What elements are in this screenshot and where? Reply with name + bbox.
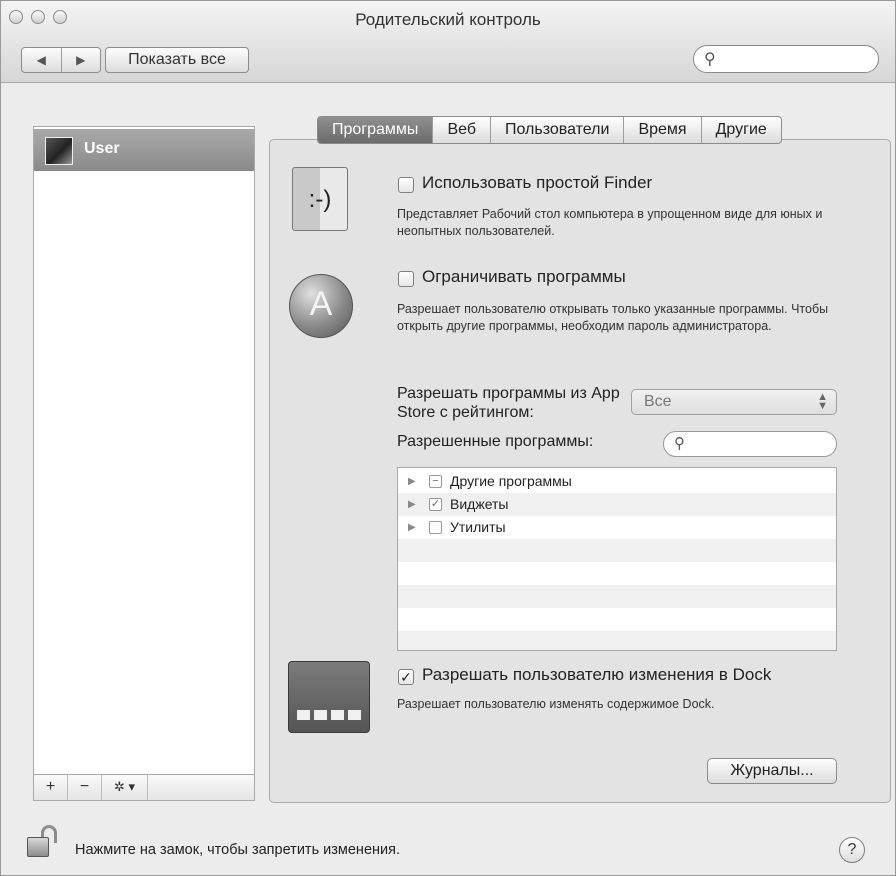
search-field[interactable]: ⚲ xyxy=(693,45,879,73)
disclosure-triangle-icon[interactable]: ▶ xyxy=(408,476,416,487)
dock-changes-description: Разрешает пользователю изменять содержим… xyxy=(397,697,715,711)
user-list: User + − ✲ ▾ xyxy=(33,126,255,801)
show-all-button[interactable]: Показать все xyxy=(105,47,249,73)
title-bar: Родительский контроль ◀ ▶ Показать все ⚲ xyxy=(1,1,895,83)
allowed-apps-search-input[interactable]: ⚲ xyxy=(663,431,837,457)
list-item[interactable]: ▶ ✓ Виджеты xyxy=(398,493,836,516)
tab-programs[interactable]: Программы xyxy=(318,117,433,143)
back-forward-control: ◀ ▶ xyxy=(21,47,101,73)
rating-select[interactable]: Все ▲ ▼ xyxy=(631,389,837,415)
disclosure-triangle-icon[interactable]: ▶ xyxy=(408,499,416,510)
logs-button[interactable]: Журналы... xyxy=(707,758,837,784)
help-button[interactable]: ? xyxy=(839,837,865,863)
dock-icon xyxy=(288,661,370,733)
user-list-toolbar: + − ✲ ▾ xyxy=(34,774,254,800)
lock-icon[interactable] xyxy=(23,821,63,861)
preferences-window: Родительский контроль ◀ ▶ Показать все ⚲… xyxy=(0,0,896,876)
search-icon: ⚲ xyxy=(704,51,716,68)
list-item-checkbox[interactable] xyxy=(429,521,442,534)
limit-apps-label[interactable]: Ограничивать программы xyxy=(422,267,626,287)
tab-web[interactable]: Веб xyxy=(432,117,490,143)
allowed-apps-list: ▶ − Другие программы ▶ ✓ Виджеты ▶ Утили… xyxy=(397,467,837,651)
dock-changes-checkbox[interactable]: ✓ xyxy=(398,669,414,685)
window-title: Родительский контроль xyxy=(355,10,541,29)
simple-finder-checkbox[interactable] xyxy=(398,177,414,193)
limit-apps-checkbox[interactable] xyxy=(398,271,414,287)
list-row-empty xyxy=(398,608,836,631)
search-icon: ⚲ xyxy=(674,435,685,452)
avatar xyxy=(45,137,73,165)
select-arrows-icon: ▲ ▼ xyxy=(817,391,828,412)
list-item-label: Виджеты xyxy=(450,496,509,512)
rating-value: Все xyxy=(644,393,672,410)
list-item-checkbox[interactable]: ✓ xyxy=(429,498,442,511)
app-store-icon: A xyxy=(289,274,353,338)
list-item-label: Утилиты xyxy=(450,519,506,535)
back-button[interactable]: ◀ xyxy=(22,48,61,72)
dock-changes-label[interactable]: Разрешать пользователю изменения в Dock xyxy=(422,665,771,685)
list-row-empty xyxy=(398,562,836,585)
list-item[interactable]: ▶ − Другие программы xyxy=(398,470,836,493)
lock-hint-text: Нажмите на замок, чтобы запретить измене… xyxy=(75,842,400,858)
tab-bar: Программы Веб Пользователи Время Другие xyxy=(317,116,782,144)
remove-user-button[interactable]: − xyxy=(68,775,102,800)
tab-time[interactable]: Время xyxy=(623,117,700,143)
list-item[interactable]: ▶ Утилиты xyxy=(398,516,836,539)
user-list-item[interactable]: User xyxy=(34,129,254,171)
list-item-checkbox[interactable]: − xyxy=(429,475,442,488)
list-item-label: Другие программы xyxy=(450,473,572,489)
user-name: User xyxy=(84,140,120,157)
forward-button[interactable]: ▶ xyxy=(60,48,101,72)
tab-people[interactable]: Пользователи xyxy=(490,117,623,143)
allowed-apps-label: Разрешенные программы: xyxy=(397,433,594,450)
simple-finder-label[interactable]: Использовать простой Finder xyxy=(422,173,652,193)
disclosure-triangle-icon[interactable]: ▶ xyxy=(408,522,416,533)
simple-finder-description: Представляет Рабочий стол компьютера в у… xyxy=(397,207,823,238)
list-row-empty xyxy=(398,585,836,608)
list-row-empty xyxy=(398,631,836,650)
list-row-empty xyxy=(398,539,836,562)
finder-icon: :-) xyxy=(292,167,348,231)
add-user-button[interactable]: + xyxy=(34,775,68,800)
gear-menu-button[interactable]: ✲ ▾ xyxy=(102,775,148,800)
tab-other[interactable]: Другие xyxy=(700,117,781,143)
limit-apps-description: Разрешает пользователю открывать только … xyxy=(397,302,829,333)
app-store-rating-label: Разрешать программы из App Store с рейти… xyxy=(397,385,620,421)
